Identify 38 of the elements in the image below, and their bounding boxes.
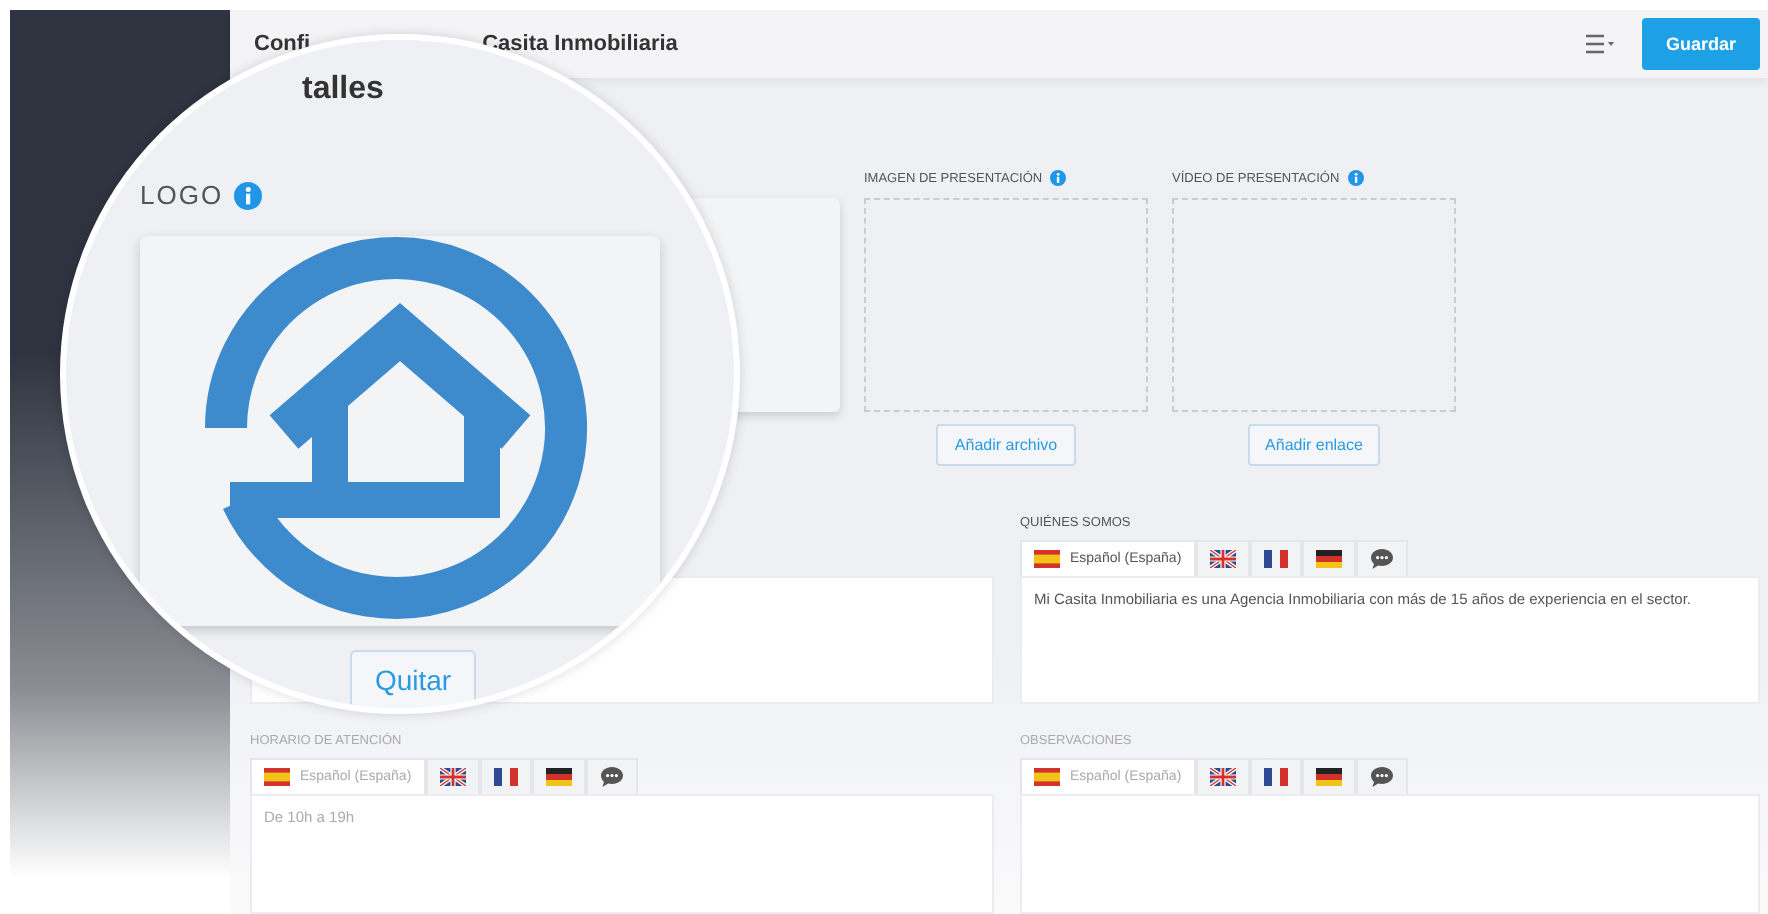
spain-flag-icon [1034, 550, 1060, 568]
germany-flag-icon [545, 768, 572, 786]
speech-bubble-icon [1369, 766, 1394, 788]
language-tab[interactable] [1301, 758, 1356, 794]
language-tab[interactable] [1195, 758, 1250, 794]
france-flag-icon [1263, 550, 1288, 568]
language-tab[interactable] [1249, 758, 1302, 794]
info-icon [1347, 170, 1364, 186]
remove-button[interactable]: Quitar [350, 650, 476, 708]
france-flag-icon [1263, 768, 1288, 786]
speech-bubble-icon [1369, 548, 1394, 570]
language-tab[interactable] [585, 758, 638, 794]
france-flag-icon [493, 768, 518, 786]
language-tab[interactable] [479, 758, 532, 794]
uk-flag-icon [1209, 768, 1236, 786]
spain-flag-icon [264, 768, 290, 786]
info-icon [233, 181, 262, 209]
germany-flag-icon [1315, 768, 1342, 786]
speech-bubble-icon [599, 766, 624, 788]
page-heading: talles [302, 72, 384, 108]
uk-flag-icon [439, 768, 466, 786]
menu-icon[interactable] [1585, 34, 1614, 54]
spain-flag-icon [1034, 768, 1060, 786]
language-tab[interactable] [425, 758, 480, 794]
save-button[interactable]: Guardar [1641, 18, 1760, 70]
language-tab[interactable] [1301, 540, 1356, 576]
add-button[interactable]: Añadir enlace [1247, 424, 1381, 466]
info-icon [1050, 170, 1067, 186]
language-tab[interactable] [1249, 540, 1302, 576]
language-tab[interactable] [1355, 540, 1408, 576]
language-tab[interactable] [1355, 758, 1408, 794]
language-tab[interactable] [531, 758, 586, 794]
page-title: Confi [254, 32, 311, 56]
germany-flag-icon [1315, 550, 1342, 568]
add-button[interactable]: Añadir archivo [936, 424, 1076, 466]
uk-flag-icon [1209, 550, 1236, 568]
field-label: LOGO [140, 180, 224, 210]
language-tab[interactable] [1195, 540, 1250, 576]
